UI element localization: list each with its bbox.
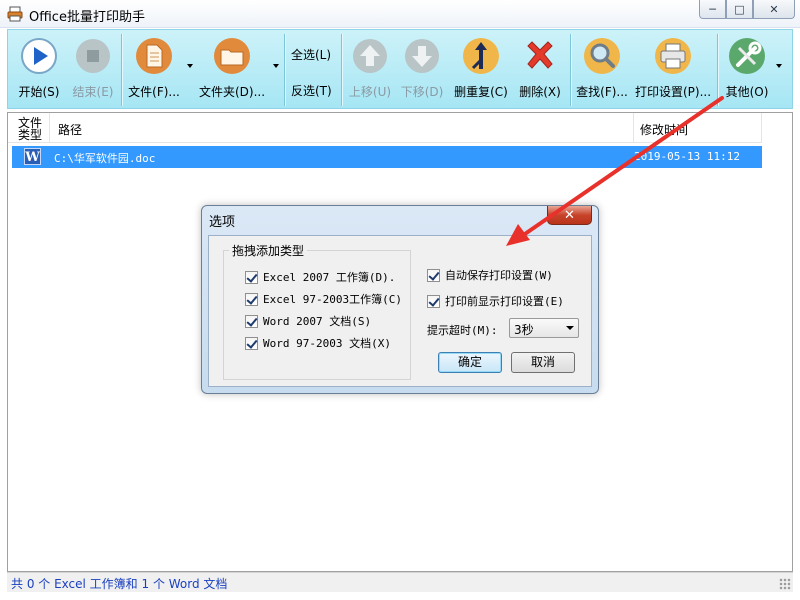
column-header-modified-label: 修改时间 bbox=[640, 123, 689, 137]
toolbar-separator bbox=[717, 34, 718, 106]
drag-types-group: 拖拽添加类型 Excel 2007 工作簿(D). Excel 97-2003工… bbox=[223, 242, 411, 380]
start-label: 开始(S) bbox=[18, 85, 60, 99]
column-header-type[interactable]: 文件类型 bbox=[8, 113, 50, 143]
folder-button[interactable]: 文件夹(D)... bbox=[196, 36, 268, 106]
timeout-label: 提示超时(M): bbox=[427, 324, 498, 337]
folder-dropdown-arrow-icon[interactable] bbox=[273, 64, 279, 68]
file-icon bbox=[136, 38, 172, 74]
cancel-button[interactable]: 取消 bbox=[511, 352, 575, 373]
merge-arrow-icon bbox=[463, 38, 499, 74]
group-title: 拖拽添加类型 bbox=[229, 242, 308, 259]
checkbox-checked-icon bbox=[427, 294, 440, 308]
options-dialog: 选项 ✕ 拖拽添加类型 Excel 2007 工作簿(D). Excel 97-… bbox=[201, 205, 599, 394]
window-controls: ─ □ ✕ bbox=[699, 0, 795, 20]
other-button[interactable]: 其他(O) bbox=[720, 36, 774, 106]
arrow-up-icon bbox=[353, 39, 387, 73]
ok-button[interactable]: 确定 bbox=[438, 352, 502, 373]
timeout-select[interactable]: 3秒 bbox=[509, 318, 579, 338]
row-path: C:\华军软件园.doc bbox=[54, 152, 156, 165]
print-settings-label: 打印设置(P)... bbox=[634, 85, 712, 99]
remove-duplicates-button[interactable]: 删重复(C) bbox=[450, 36, 512, 106]
file-button[interactable]: 文件(F)... bbox=[124, 36, 184, 106]
checkbox-checked-icon bbox=[245, 336, 258, 350]
dialog-body: 拖拽添加类型 Excel 2007 工作簿(D). Excel 97-2003工… bbox=[208, 235, 592, 387]
delete-label: 删除(X) bbox=[519, 85, 561, 99]
end-label: 结束(E) bbox=[72, 85, 114, 99]
toolbar-separator bbox=[284, 34, 285, 106]
close-button[interactable]: ✕ bbox=[753, 0, 795, 19]
close-icon: ✕ bbox=[564, 207, 575, 223]
toolbar-separator bbox=[570, 34, 571, 106]
show-before-print-label: 打印前显示打印设置(E) bbox=[445, 295, 564, 308]
row-modified: 2019-05-13 11:12 bbox=[634, 150, 740, 163]
show-before-print-checkbox[interactable]: 打印前显示打印设置(E) bbox=[427, 293, 564, 309]
chevron-down-icon bbox=[566, 326, 574, 330]
resize-grip-icon[interactable] bbox=[779, 578, 791, 590]
other-label: 其他(O) bbox=[725, 85, 769, 99]
auto-save-label: 自动保存打印设置(W) bbox=[445, 269, 553, 282]
word-doc-icon: W bbox=[24, 148, 41, 165]
word2007-label: Word 2007 文档(S) bbox=[263, 315, 372, 328]
word97-checkbox[interactable]: Word 97-2003 文档(X) bbox=[245, 335, 391, 351]
magnifier-icon bbox=[584, 38, 620, 74]
excel2007-label: Excel 2007 工作簿(D). bbox=[263, 271, 396, 284]
toolbar-separator bbox=[341, 34, 342, 106]
other-dropdown-arrow-icon[interactable] bbox=[776, 64, 782, 68]
file-dropdown-arrow-icon[interactable] bbox=[187, 64, 193, 68]
table-row[interactable]: W C:\华军软件园.doc 2019-05-13 11:12 bbox=[12, 146, 762, 168]
auto-save-checkbox[interactable]: 自动保存打印设置(W) bbox=[427, 267, 553, 283]
column-header-type-label: 文件类型 bbox=[18, 116, 43, 142]
arrow-down-icon bbox=[405, 39, 439, 73]
play-icon bbox=[21, 38, 57, 74]
column-header-modified[interactable]: 修改时间 bbox=[634, 113, 762, 143]
printer-icon bbox=[655, 38, 691, 74]
delete-button[interactable]: 删除(X) bbox=[512, 36, 568, 106]
find-button[interactable]: 查找(F)... bbox=[572, 36, 632, 106]
status-text: 共 0 个 Excel 工作簿和 1 个 Word 文档 bbox=[11, 577, 228, 591]
invert-selection-button[interactable]: 反选(T) bbox=[291, 82, 332, 99]
title-bar: Office批量打印助手 ─ □ ✕ bbox=[0, 0, 800, 28]
maximize-button[interactable]: □ bbox=[726, 0, 753, 19]
move-up-button[interactable]: 上移(U) bbox=[344, 36, 396, 106]
dialog-title: 选项 bbox=[209, 215, 236, 230]
move-up-label: 上移(U) bbox=[348, 85, 392, 99]
file-label: 文件(F)... bbox=[128, 85, 180, 99]
toolbar-separator bbox=[121, 34, 122, 106]
column-header-path[interactable]: 路径 bbox=[50, 113, 634, 143]
list-header: 文件类型 路径 修改时间 bbox=[8, 113, 762, 143]
move-down-label: 下移(D) bbox=[400, 85, 444, 99]
column-header-path-label: 路径 bbox=[58, 123, 83, 137]
folder-label: 文件夹(D)... bbox=[198, 85, 266, 99]
dialog-close-button[interactable]: ✕ bbox=[547, 206, 592, 225]
select-all-button[interactable]: 全选(L) bbox=[291, 46, 331, 63]
status-bar: 共 0 个 Excel 工作簿和 1 个 Word 文档 bbox=[7, 572, 793, 592]
checkbox-checked-icon bbox=[245, 270, 258, 284]
checkbox-checked-icon bbox=[245, 314, 258, 328]
find-label: 查找(F)... bbox=[576, 85, 628, 99]
checkbox-checked-icon bbox=[245, 292, 258, 306]
excel2007-checkbox[interactable]: Excel 2007 工作簿(D). bbox=[245, 269, 395, 285]
minimize-button[interactable]: ─ bbox=[699, 0, 726, 19]
checkbox-checked-icon bbox=[427, 268, 440, 282]
excel97-checkbox[interactable]: Excel 97-2003工作簿(C) bbox=[245, 291, 402, 307]
stop-icon bbox=[76, 39, 110, 73]
window-title: Office批量打印助手 bbox=[29, 10, 145, 25]
delete-x-icon bbox=[527, 41, 553, 69]
print-settings-button[interactable]: 打印设置(P)... bbox=[634, 36, 712, 106]
timeout-value: 3秒 bbox=[514, 323, 534, 337]
tools-icon bbox=[729, 38, 765, 74]
remove-duplicates-label: 删重复(C) bbox=[454, 85, 508, 99]
folder-icon bbox=[214, 38, 250, 74]
word97-label: Word 97-2003 文档(X) bbox=[263, 337, 391, 350]
start-button[interactable]: 开始(S) bbox=[12, 36, 66, 106]
excel97-label: Excel 97-2003工作簿(C) bbox=[263, 293, 402, 306]
end-button[interactable]: 结束(E) bbox=[66, 36, 120, 106]
word2007-checkbox[interactable]: Word 2007 文档(S) bbox=[245, 313, 371, 329]
move-down-button[interactable]: 下移(D) bbox=[396, 36, 448, 106]
toolbar: 开始(S) 结束(E) 文件(F)... 文件夹(D)... 全选(L) 反选( bbox=[7, 29, 793, 109]
printer-app-icon bbox=[7, 6, 23, 22]
